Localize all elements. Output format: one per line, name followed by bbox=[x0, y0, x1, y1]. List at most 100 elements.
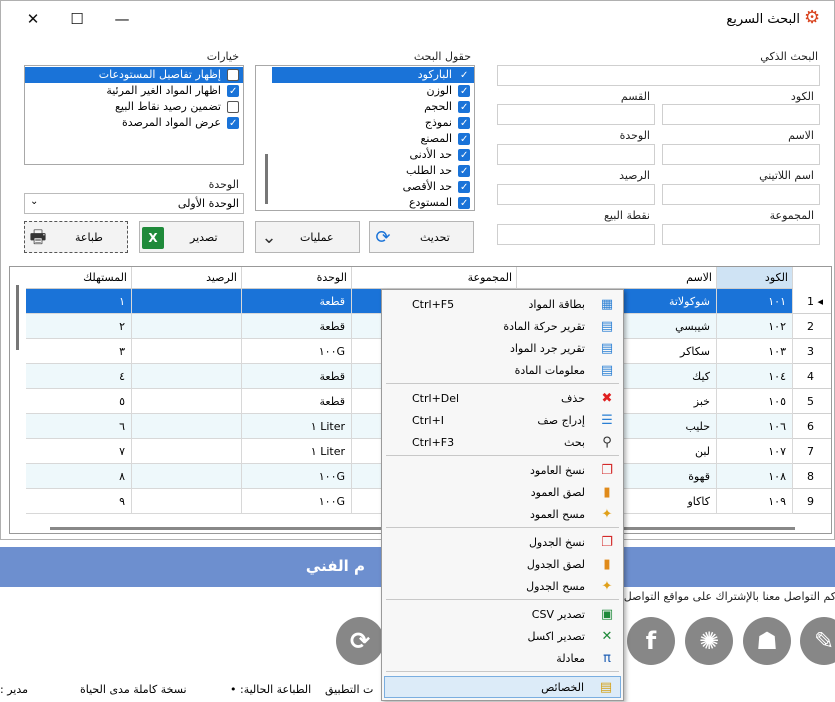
menu-item[interactable]: ✦ مسح العمود bbox=[384, 504, 621, 526]
menu-item[interactable]: ▤ تقرير جرد المواد bbox=[384, 338, 621, 360]
cell-balance[interactable] bbox=[132, 364, 242, 389]
option-item[interactable]: إظهار تفاصيل المستودعات bbox=[25, 67, 243, 83]
search-field-item[interactable]: الباركود bbox=[272, 67, 474, 84]
cell-code[interactable]: ١٠٢ bbox=[717, 314, 793, 339]
search-field-item[interactable]: الحجم bbox=[272, 99, 474, 116]
cell-code[interactable]: ١٠٦ bbox=[717, 414, 793, 439]
cell-balance[interactable] bbox=[132, 289, 242, 314]
cell-balance[interactable] bbox=[132, 314, 242, 339]
checkbox[interactable] bbox=[227, 116, 239, 132]
checkbox[interactable] bbox=[458, 180, 470, 196]
tool-icon[interactable]: ✎ bbox=[800, 617, 835, 665]
col-header-consumer[interactable]: المستهلك bbox=[26, 267, 132, 289]
menu-item[interactable]: ❐ نسخ الجدول bbox=[384, 532, 621, 554]
row-number[interactable]: 6 bbox=[793, 414, 831, 439]
checkbox[interactable] bbox=[458, 84, 470, 100]
cell-consumer[interactable]: ٥ bbox=[26, 389, 132, 414]
menu-item[interactable]: ▮ لصق الجدول bbox=[384, 554, 621, 576]
cell-unit[interactable]: قطعة bbox=[242, 364, 352, 389]
checkbox[interactable] bbox=[458, 68, 470, 84]
option-item[interactable]: تضمين رصيد نقاط البيع bbox=[25, 99, 243, 115]
row-number[interactable]: 1 ◂ bbox=[793, 289, 831, 314]
cell-unit[interactable]: قطعة bbox=[242, 389, 352, 414]
cell-unit[interactable]: Liter ١ bbox=[242, 414, 352, 439]
maximize-button[interactable]: ☐ bbox=[63, 7, 91, 31]
minimize-button[interactable]: — bbox=[108, 7, 136, 31]
cell-balance[interactable] bbox=[132, 464, 242, 489]
cell-code[interactable]: ١٠٧ bbox=[717, 439, 793, 464]
code-input[interactable] bbox=[662, 104, 820, 125]
menu-item[interactable]: ▤ تقرير حركة المادة bbox=[384, 316, 621, 338]
checkbox[interactable] bbox=[458, 116, 470, 132]
menu-item[interactable]: ✖ حذف Ctrl+Del bbox=[384, 388, 621, 410]
row-number[interactable]: 2 bbox=[793, 314, 831, 339]
android-icon[interactable]: ☗ bbox=[743, 617, 791, 665]
cell-consumer[interactable]: ٩ bbox=[26, 489, 132, 514]
checkbox[interactable] bbox=[458, 148, 470, 164]
refresh-button[interactable]: ⟳ تحديث bbox=[369, 221, 474, 253]
option-item[interactable]: عرض المواد المرصدة bbox=[25, 115, 243, 132]
menu-item[interactable]: ▦ بطاقة المواد Ctrl+F5 bbox=[384, 294, 621, 316]
menu-item[interactable]: ✦ مسح الجدول bbox=[384, 576, 621, 598]
checkbox[interactable] bbox=[227, 101, 239, 113]
facebook-icon[interactable]: f bbox=[627, 617, 675, 665]
checkbox[interactable] bbox=[458, 100, 470, 116]
section-input[interactable] bbox=[497, 104, 655, 125]
smart-search-input[interactable] bbox=[497, 65, 820, 86]
cell-code[interactable]: ١٠٥ bbox=[717, 389, 793, 414]
cell-unit[interactable]: ١٠٠G bbox=[242, 489, 352, 514]
menu-item[interactable]: ▤ معلومات المادة bbox=[384, 360, 621, 382]
row-number[interactable]: 5 bbox=[793, 389, 831, 414]
search-field-item[interactable]: المصنع bbox=[272, 131, 474, 148]
unit-input[interactable] bbox=[497, 144, 655, 165]
option-item[interactable]: اظهار المواد الغير المرئية bbox=[25, 83, 243, 100]
close-button[interactable]: ✕ bbox=[19, 7, 47, 31]
cell-code[interactable]: ١٠٩ bbox=[717, 489, 793, 514]
search-field-item[interactable]: المستودع bbox=[272, 195, 474, 212]
cell-consumer[interactable]: ٤ bbox=[26, 364, 132, 389]
print-button[interactable]: 🖶 طباعة bbox=[24, 221, 128, 253]
cell-unit[interactable]: قطعة bbox=[242, 314, 352, 339]
cell-code[interactable]: ١٠١ bbox=[717, 289, 793, 314]
unit-select[interactable]: ⌄ الوحدة الأولى bbox=[24, 193, 244, 214]
cell-unit[interactable]: قطعة bbox=[242, 289, 352, 314]
group-input[interactable] bbox=[662, 224, 820, 245]
col-header-unit[interactable]: الوحدة bbox=[242, 267, 352, 289]
list-scrollbar[interactable] bbox=[265, 154, 268, 204]
col-header-code[interactable]: الكود bbox=[717, 267, 793, 289]
checkbox[interactable] bbox=[458, 164, 470, 180]
menu-item[interactable]: ✕ تصدير اكسل bbox=[384, 626, 621, 648]
cell-balance[interactable] bbox=[132, 339, 242, 364]
cell-consumer[interactable]: ٨ bbox=[26, 464, 132, 489]
grid-vscrollbar[interactable] bbox=[16, 285, 19, 350]
row-number[interactable]: 9 bbox=[793, 489, 831, 514]
balance-input[interactable] bbox=[497, 184, 655, 205]
menu-item[interactable]: ⚲ بحث Ctrl+F3 bbox=[384, 432, 621, 454]
cell-consumer[interactable]: ١ bbox=[26, 289, 132, 314]
options-list[interactable]: إظهار تفاصيل المستودعات اظهار المواد الغي… bbox=[24, 65, 244, 165]
row-number[interactable]: 7 bbox=[793, 439, 831, 464]
name-input[interactable] bbox=[662, 144, 820, 165]
cell-consumer[interactable]: ٦ bbox=[26, 414, 132, 439]
search-field-item[interactable]: الوزن bbox=[272, 83, 474, 100]
menu-item[interactable]: ▤ الخصائص bbox=[384, 676, 621, 698]
cell-unit[interactable]: Liter ١ bbox=[242, 439, 352, 464]
row-number[interactable]: 4 bbox=[793, 364, 831, 389]
latin-name-input[interactable] bbox=[662, 184, 820, 205]
menu-item[interactable]: π معادلة bbox=[384, 648, 621, 670]
checkbox[interactable] bbox=[227, 69, 239, 81]
menu-item[interactable]: ▮ لصق العمود bbox=[384, 482, 621, 504]
cell-consumer[interactable]: ٧ bbox=[26, 439, 132, 464]
menu-item[interactable]: ▣ تصدير CSV bbox=[384, 604, 621, 626]
cell-balance[interactable] bbox=[132, 414, 242, 439]
col-header-balance[interactable]: الرصيد bbox=[132, 267, 242, 289]
network-icon[interactable]: ✺ bbox=[685, 617, 733, 665]
cell-balance[interactable] bbox=[132, 389, 242, 414]
cell-code[interactable]: ١٠٨ bbox=[717, 464, 793, 489]
search-fields-list[interactable]: الباركود الوزن الحجم نموذج المصنع حد الأدنى حد… bbox=[255, 65, 475, 212]
cell-balance[interactable] bbox=[132, 439, 242, 464]
checkbox[interactable] bbox=[458, 132, 470, 148]
row-number[interactable]: 3 bbox=[793, 339, 831, 364]
row-number[interactable]: 8 bbox=[793, 464, 831, 489]
cell-unit[interactable]: ١٠٠G bbox=[242, 339, 352, 364]
